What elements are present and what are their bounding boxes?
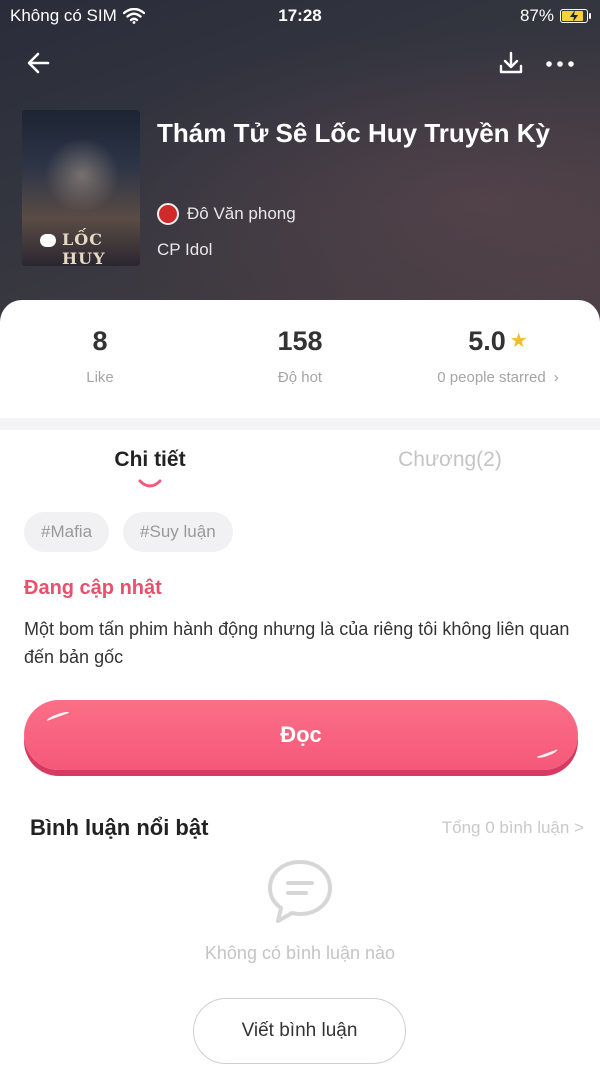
author-row[interactable]: Đô Văn phong bbox=[157, 203, 296, 225]
rating-row: 5.0 ★ bbox=[398, 326, 598, 357]
top-nav bbox=[0, 42, 600, 82]
rating-label: 0 people starred bbox=[437, 369, 546, 386]
book-title: Thám Tử Sê Lốc Huy Truyền Kỳ bbox=[157, 118, 551, 148]
likes-label: Like bbox=[86, 369, 114, 386]
comments-total-link[interactable]: Tổng 0 bình luận > bbox=[442, 818, 584, 838]
book-cover: LỐC HUY bbox=[22, 110, 140, 266]
tab-indicator bbox=[138, 479, 162, 488]
stats-row: 8 Like 158 Độ hot 5.0 ★ 0 people starred … bbox=[0, 300, 600, 418]
cover-logo: LỐC HUY bbox=[62, 230, 106, 266]
button-shine bbox=[535, 746, 559, 760]
stat-hot: 158 Độ hot bbox=[200, 326, 400, 386]
status-right: 87% bbox=[519, 6, 591, 26]
charging-icon bbox=[570, 10, 578, 22]
book-description: Một bom tấn phim hành động nhưng là của … bbox=[24, 619, 570, 667]
author-name: Đô Văn phong bbox=[187, 204, 296, 223]
button-shine bbox=[45, 710, 71, 724]
star-icon: ★ bbox=[509, 330, 528, 352]
cover-art bbox=[42, 140, 122, 210]
back-arrow-icon bbox=[27, 52, 50, 74]
stat-rating[interactable]: 5.0 ★ 0 people starred › bbox=[398, 326, 598, 387]
status-bar: Không có SIM 17:28 87% bbox=[0, 0, 600, 34]
rating-value: 5.0 bbox=[468, 326, 506, 356]
comment-bubble-icon bbox=[40, 234, 56, 247]
comments-heading: Bình luận nổi bật bbox=[30, 815, 209, 840]
read-button-label: Đọc bbox=[280, 722, 322, 747]
book-category[interactable]: CP Idol bbox=[157, 240, 212, 260]
hot-label: Độ hot bbox=[277, 369, 323, 386]
clock: 17:28 bbox=[278, 6, 322, 25]
tag-mafia[interactable]: #Mafia bbox=[24, 512, 110, 552]
write-comment-label: Viết bình luận bbox=[241, 1020, 358, 1041]
download-icon bbox=[499, 51, 523, 74]
author-avatar bbox=[157, 203, 179, 225]
chevron-right-icon: › bbox=[553, 369, 559, 386]
update-status: Đang cập nhật bbox=[24, 577, 162, 599]
battery-icon bbox=[560, 9, 591, 23]
section-divider bbox=[0, 418, 600, 430]
tab-bar: Chi tiết Chương(2) bbox=[0, 448, 600, 498]
hot-count: 158 bbox=[277, 326, 323, 356]
stat-likes: 8 Like bbox=[0, 326, 200, 386]
tag-suy-luan[interactable]: #Suy luận bbox=[123, 512, 233, 552]
more-button[interactable] bbox=[540, 46, 580, 80]
detail-sheet: 8 Like 158 Độ hot 5.0 ★ 0 people starred … bbox=[0, 300, 600, 1067]
tab-details[interactable]: Chi tiết bbox=[20, 448, 280, 472]
tag-list: #Mafia #Suy luận bbox=[24, 512, 233, 552]
read-button[interactable]: Đọc bbox=[24, 700, 578, 770]
empty-comments-text: Không có bình luận nào bbox=[204, 943, 396, 963]
more-icon bbox=[546, 61, 574, 67]
download-button[interactable] bbox=[494, 46, 528, 80]
empty-comments-icon bbox=[268, 860, 332, 923]
back-button[interactable] bbox=[22, 46, 56, 80]
write-comment-button[interactable]: Viết bình luận bbox=[193, 998, 406, 1064]
battery-percent: 87% bbox=[519, 6, 554, 25]
rating-link[interactable]: 0 people starred › bbox=[437, 369, 558, 386]
likes-count: 8 bbox=[92, 326, 108, 356]
tab-chapters[interactable]: Chương(2) bbox=[320, 448, 580, 472]
